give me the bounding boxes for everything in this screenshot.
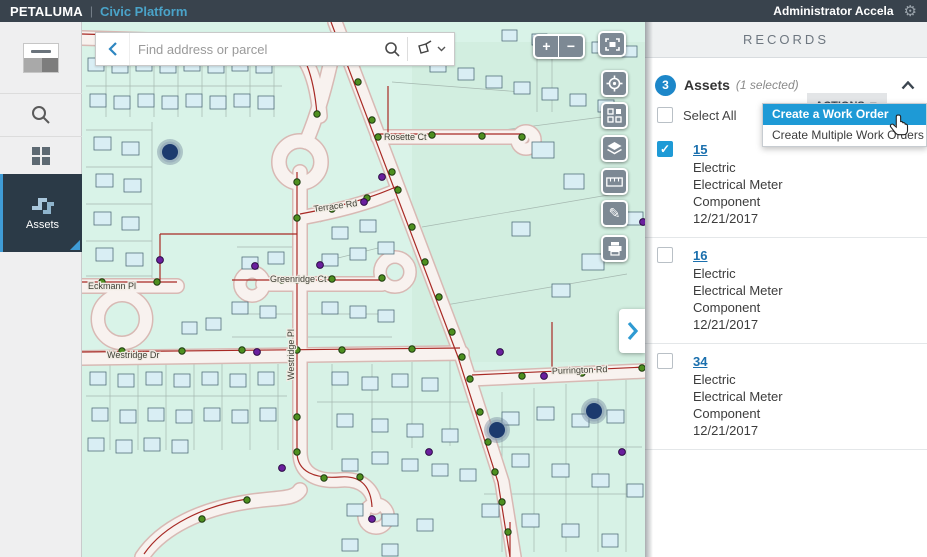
map-canvas[interactable]: Rosette Ct Terrace Rd Greenridge Ct Eckm… [82,22,645,557]
form-icon [23,43,59,73]
sidebar-item-search[interactable] [0,94,82,137]
record-subtype: Electrical Meter [693,282,783,299]
layers-button[interactable] [601,135,628,162]
sidebar-assets-label: Assets [26,219,59,231]
panel-collapse-tab[interactable] [619,309,645,353]
record-date: 12/21/2017 [693,210,783,227]
record-row: 15 Electric Electrical Meter Component 1… [645,132,927,238]
pipe-icon [30,195,56,215]
record-kind: Component [693,405,783,422]
sidebar-item-forms[interactable] [0,22,82,94]
street-label-westridge-pl: Westridge Pl [286,329,296,380]
menu-item-create-work-order[interactable]: Create a Work Order [763,104,926,125]
chevron-down-icon [437,46,446,52]
brand-divider: | [90,4,93,18]
chevron-right-icon [626,321,639,341]
asset-marker[interactable] [484,417,510,443]
record-subtype: Electrical Meter [693,388,783,405]
record-checkbox[interactable] [657,353,673,369]
search-icon [30,104,52,126]
print-button[interactable] [601,235,628,262]
chevron-up-icon [901,81,915,90]
sidebar-item-apps[interactable] [0,137,82,174]
select-all-label: Select All [683,108,736,123]
record-checkbox[interactable] [657,247,673,263]
measure-button[interactable] [601,168,628,195]
ruler-icon [606,177,623,187]
street-label-eckmann: Eckmann Pl [88,281,136,291]
full-extent-button[interactable] [598,31,626,57]
record-type: Electric [693,159,783,176]
select-tool-button[interactable] [408,33,454,65]
street-label-greenridge: Greenridge Ct [270,274,327,284]
full-extent-icon [605,38,620,51]
street-label-rosette: Rosette Ct [384,132,427,142]
count-badge: 3 [655,75,676,96]
search-input[interactable] [130,33,377,65]
menu-item-create-multiple-work-orders[interactable]: Create Multiple Work Orders [763,125,926,146]
record-date: 12/21/2017 [693,422,783,439]
record-id-link[interactable]: 15 [693,142,707,157]
product-name: Civic Platform [100,4,187,19]
record-type: Electric [693,265,783,282]
draw-button[interactable]: ✎ [601,200,628,227]
record-kind: Component [693,299,783,316]
back-button[interactable] [96,33,130,65]
record-row: 34 Electric Electrical Meter Component 1… [645,344,927,450]
asset-marker[interactable] [581,398,607,424]
record-checkbox[interactable] [657,141,673,157]
record-subtype: Electrical Meter [693,176,783,193]
zoom-control: + − [533,34,585,59]
left-sidebar: Assets [0,22,82,557]
top-bar: PETALUMA | Civic Platform Administrator … [0,0,927,22]
printer-icon [607,241,623,256]
records-panel: RECORDS 3 Assets (1 selected) Select All… [645,22,927,557]
basemap-icon [607,108,622,123]
map-area: Rosette Ct Terrace Rd Greenridge Ct Eckm… [82,22,645,557]
search-submit-button[interactable] [377,33,407,65]
record-type: Electric [693,371,783,388]
records-list: 15 Electric Electrical Meter Component 1… [645,132,927,450]
actions-menu: Create a Work Order Create Multiple Work… [762,103,927,147]
select-all-checkbox[interactable] [657,107,673,123]
locate-button[interactable] [601,70,628,97]
record-row: 16 Electric Electrical Meter Component 1… [645,238,927,344]
sidebar-item-assets[interactable]: Assets [0,174,82,252]
record-id-link[interactable]: 16 [693,248,707,263]
selection-note: (1 selected) [736,78,799,92]
current-user: Administrator Accela [773,4,893,18]
records-panel-title: RECORDS [645,22,927,58]
street-label-westridge-dr: Westridge Dr [107,350,159,360]
grid-icon [32,147,50,165]
basemap-button[interactable] [601,102,628,129]
street-label-purrington: Purrington Rd [552,364,608,376]
zoom-in-button[interactable]: + [535,36,559,57]
zoom-out-button[interactable]: − [559,36,583,57]
map-search-bar [95,32,455,66]
record-date: 12/21/2017 [693,316,783,333]
record-id-link[interactable]: 34 [693,354,707,369]
panel-resize-corner[interactable] [70,240,80,250]
search-icon [384,41,401,58]
gear-icon[interactable]: ⚙ [904,4,917,19]
chevron-left-icon [107,41,119,57]
asset-marker[interactable] [157,139,183,165]
collapse-group-button[interactable] [901,81,915,90]
polygon-select-icon [416,40,434,58]
record-kind: Component [693,193,783,210]
layers-icon [606,141,623,156]
group-name: Assets [684,77,730,93]
pencil-icon: ✎ [609,205,621,222]
locate-icon [606,75,623,92]
brand-name: PETALUMA [10,4,83,19]
